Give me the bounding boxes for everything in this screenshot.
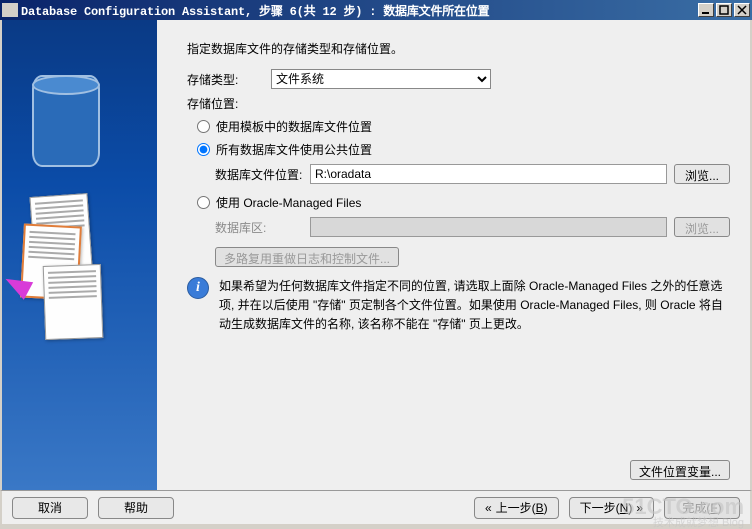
info-icon: i (187, 277, 209, 299)
window-buttons (698, 3, 750, 17)
watermark: 51CTO.com 技术成就梦想 Blog (622, 496, 744, 529)
radio-common-location[interactable] (197, 143, 210, 156)
wizard-sidebar (2, 20, 157, 490)
content-area: 指定数据库文件的存储类型和存储位置。 存储类型: 文件系统 存储位置: 使用模板… (0, 20, 752, 490)
radio-omf[interactable] (197, 196, 210, 209)
close-button[interactable] (734, 3, 750, 17)
db-file-location-label: 数据库文件位置: (215, 166, 310, 183)
radio-template-location-label: 使用模板中的数据库文件位置 (216, 118, 372, 135)
cancel-button[interactable]: 取消 (12, 497, 88, 519)
storage-type-label: 存储类型: (187, 71, 271, 88)
chevron-left-icon: « (485, 501, 492, 515)
info-text: 如果希望为任何数据库文件指定不同的位置, 请选取上面除 Oracle-Manag… (219, 277, 730, 335)
database-illustration (32, 75, 100, 167)
window-title: Database Configuration Assistant, 步骤 6(共… (21, 2, 698, 19)
db-file-location-input[interactable] (310, 164, 667, 184)
file-location-vars-button[interactable]: 文件位置变量... (630, 460, 730, 480)
db-area-input (310, 217, 667, 237)
storage-type-select[interactable]: 文件系统 (271, 69, 491, 89)
minimize-button[interactable] (698, 3, 714, 17)
info-block: i 如果希望为任何数据库文件指定不同的位置, 请选取上面除 Oracle-Man… (187, 277, 730, 335)
back-button[interactable]: « 上一步(B) (474, 497, 559, 519)
db-area-label: 数据库区: (215, 219, 310, 236)
storage-location-label: 存储位置: (187, 95, 730, 112)
multiplex-button: 多路复用重做日志和控制文件... (215, 247, 399, 267)
app-icon (2, 3, 18, 17)
main-panel: 指定数据库文件的存储类型和存储位置。 存储类型: 文件系统 存储位置: 使用模板… (157, 20, 750, 490)
browse-button-disabled: 浏览... (674, 217, 730, 237)
radio-template-location[interactable] (197, 120, 210, 133)
maximize-button[interactable] (716, 3, 732, 17)
description-text: 指定数据库文件的存储类型和存储位置。 (187, 40, 730, 57)
help-button[interactable]: 帮助 (98, 497, 174, 519)
radio-omf-label: 使用 Oracle-Managed Files (216, 194, 361, 211)
browse-button[interactable]: 浏览... (674, 164, 730, 184)
titlebar: Database Configuration Assistant, 步骤 6(共… (0, 0, 752, 20)
radio-common-location-label: 所有数据库文件使用公共位置 (216, 141, 372, 158)
